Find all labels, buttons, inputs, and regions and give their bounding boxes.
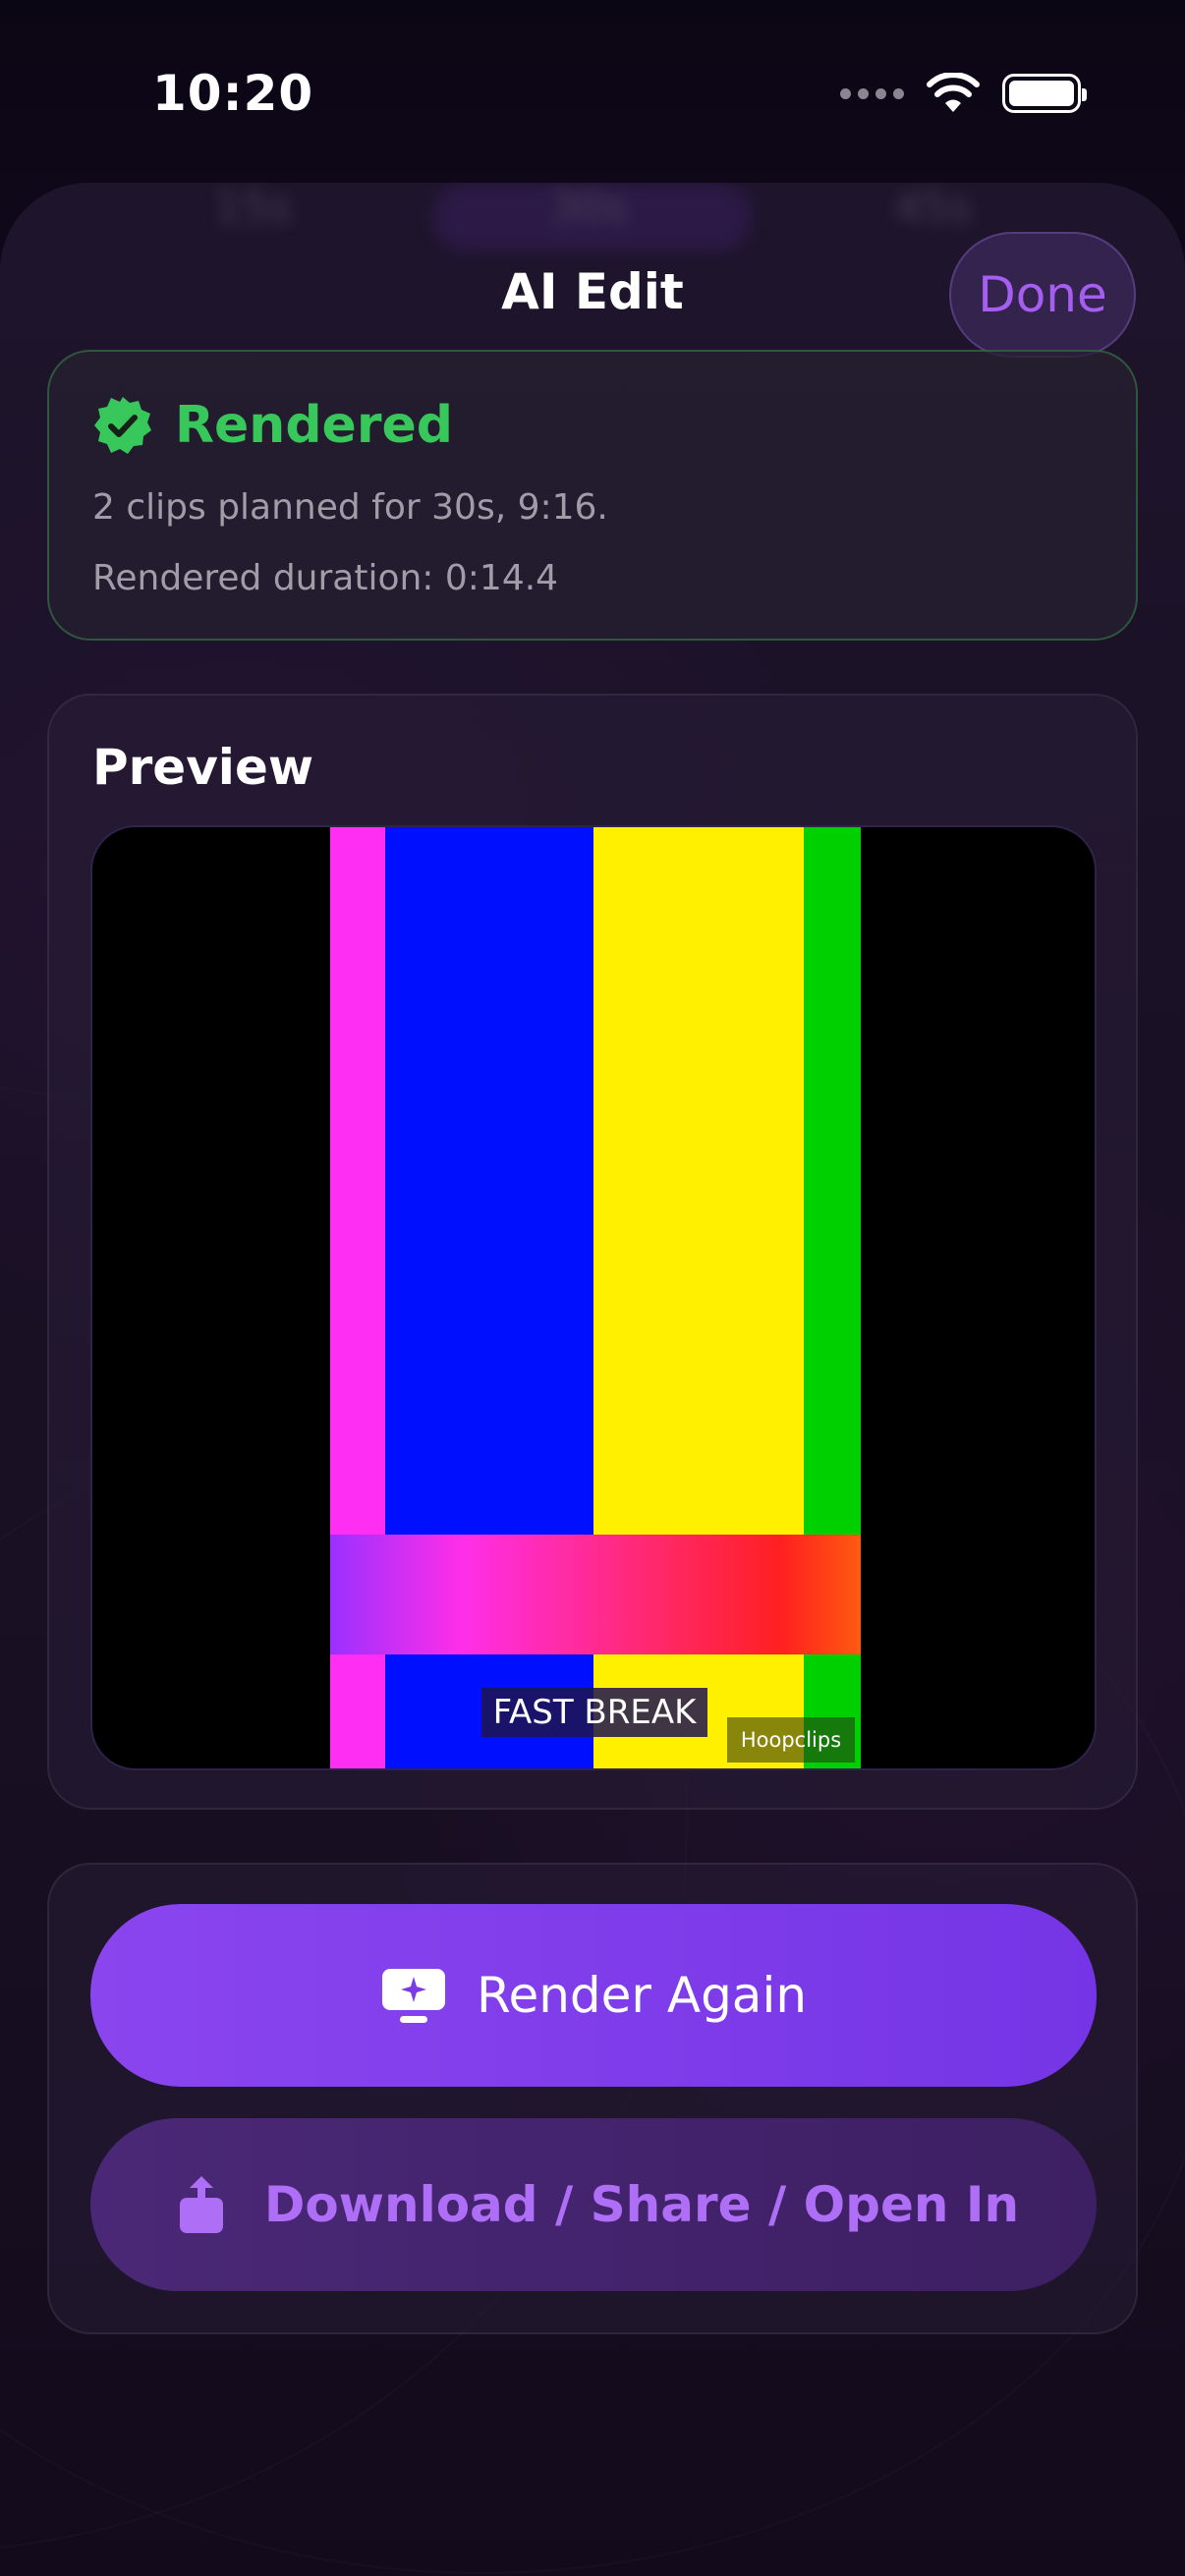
status-bar: 10:20 — [0, 0, 1185, 187]
video-caption: FAST BREAK — [481, 1688, 707, 1737]
done-button[interactable]: Done — [949, 232, 1136, 358]
sparkle-display-icon — [381, 1969, 445, 2023]
tab-label: 45s — [894, 183, 972, 233]
verified-check-icon — [94, 397, 151, 454]
preview-title: Preview — [92, 739, 314, 796]
status-label: Rendered — [175, 396, 453, 455]
video-player[interactable]: FAST BREAK Hoopclips — [90, 825, 1097, 1770]
tab-label: 15s — [214, 183, 292, 233]
share-label: Download / Share / Open In — [263, 2176, 1020, 2233]
plan-summary: 2 clips planned for 30s, 9:16. — [92, 487, 608, 528]
gradient-band — [330, 1535, 861, 1654]
status-icons — [840, 73, 1087, 114]
rendered-duration: Rendered duration: 0:14.4 — [92, 558, 559, 598]
screen: 10:20 15s 30s 45s AI Edit Done Rendered … — [0, 0, 1185, 2576]
cellular-signal-icon — [840, 87, 904, 99]
wifi-icon — [927, 73, 980, 112]
share-button[interactable]: Download / Share / Open In — [90, 2118, 1097, 2291]
preview-card: Preview FAST BREAK Hoopclips — [47, 694, 1138, 1810]
tab-label: 30s — [550, 183, 628, 233]
render-status-card: Rendered 2 clips planned for 30s, 9:16. … — [47, 350, 1138, 641]
status-time: 10:20 — [152, 65, 314, 122]
render-again-label: Render Again — [476, 1967, 808, 2024]
battery-icon — [1002, 74, 1087, 113]
render-again-button[interactable]: Render Again — [90, 1904, 1097, 2087]
actions-card: Render Again Download / Share / Open In — [47, 1863, 1138, 2334]
share-icon — [179, 2176, 223, 2233]
watermark: Hoopclips — [727, 1717, 855, 1763]
